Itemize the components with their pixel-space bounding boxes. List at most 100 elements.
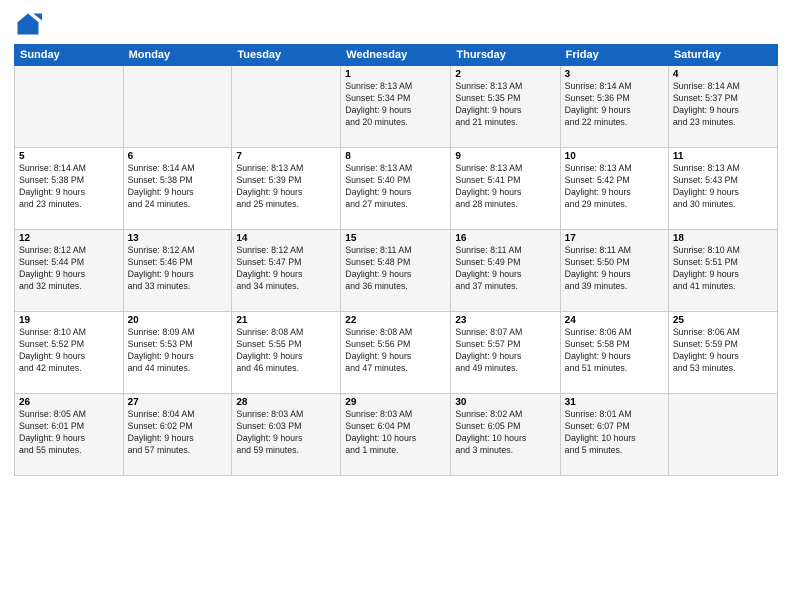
day-info: Sunrise: 8:03 AM Sunset: 6:03 PM Dayligh… — [236, 409, 336, 457]
calendar-cell: 18Sunrise: 8:10 AM Sunset: 5:51 PM Dayli… — [668, 230, 777, 312]
day-number: 10 — [565, 151, 664, 162]
day-number: 31 — [565, 397, 664, 408]
calendar-cell: 1Sunrise: 8:13 AM Sunset: 5:34 PM Daylig… — [341, 66, 451, 148]
calendar-week-row: 26Sunrise: 8:05 AM Sunset: 6:01 PM Dayli… — [15, 394, 778, 476]
day-info: Sunrise: 8:13 AM Sunset: 5:34 PM Dayligh… — [345, 81, 446, 129]
calendar-cell: 30Sunrise: 8:02 AM Sunset: 6:05 PM Dayli… — [451, 394, 560, 476]
day-info: Sunrise: 8:05 AM Sunset: 6:01 PM Dayligh… — [19, 409, 119, 457]
day-info: Sunrise: 8:13 AM Sunset: 5:43 PM Dayligh… — [673, 163, 773, 211]
day-info: Sunrise: 8:11 AM Sunset: 5:49 PM Dayligh… — [455, 245, 555, 293]
day-of-week-header: Thursday — [451, 45, 560, 66]
day-of-week-header: Tuesday — [232, 45, 341, 66]
calendar-cell — [123, 66, 232, 148]
calendar-cell — [15, 66, 124, 148]
calendar-cell: 27Sunrise: 8:04 AM Sunset: 6:02 PM Dayli… — [123, 394, 232, 476]
day-number: 12 — [19, 233, 119, 244]
calendar-week-row: 19Sunrise: 8:10 AM Sunset: 5:52 PM Dayli… — [15, 312, 778, 394]
day-number: 18 — [673, 233, 773, 244]
day-info: Sunrise: 8:10 AM Sunset: 5:52 PM Dayligh… — [19, 327, 119, 375]
calendar-cell: 4Sunrise: 8:14 AM Sunset: 5:37 PM Daylig… — [668, 66, 777, 148]
calendar-cell: 12Sunrise: 8:12 AM Sunset: 5:44 PM Dayli… — [15, 230, 124, 312]
calendar-cell: 23Sunrise: 8:07 AM Sunset: 5:57 PM Dayli… — [451, 312, 560, 394]
calendar-cell: 8Sunrise: 8:13 AM Sunset: 5:40 PM Daylig… — [341, 148, 451, 230]
calendar-cell — [668, 394, 777, 476]
logo-icon — [14, 10, 42, 38]
calendar-cell: 16Sunrise: 8:11 AM Sunset: 5:49 PM Dayli… — [451, 230, 560, 312]
day-info: Sunrise: 8:01 AM Sunset: 6:07 PM Dayligh… — [565, 409, 664, 457]
day-of-week-header: Friday — [560, 45, 668, 66]
day-number: 9 — [455, 151, 555, 162]
day-number: 20 — [128, 315, 228, 326]
calendar-cell: 28Sunrise: 8:03 AM Sunset: 6:03 PM Dayli… — [232, 394, 341, 476]
day-number: 11 — [673, 151, 773, 162]
day-info: Sunrise: 8:12 AM Sunset: 5:44 PM Dayligh… — [19, 245, 119, 293]
header — [14, 10, 778, 38]
day-number: 27 — [128, 397, 228, 408]
calendar-cell — [232, 66, 341, 148]
day-of-week-header: Wednesday — [341, 45, 451, 66]
day-info: Sunrise: 8:04 AM Sunset: 6:02 PM Dayligh… — [128, 409, 228, 457]
day-number: 16 — [455, 233, 555, 244]
day-number: 26 — [19, 397, 119, 408]
day-of-week-header: Saturday — [668, 45, 777, 66]
calendar-cell: 10Sunrise: 8:13 AM Sunset: 5:42 PM Dayli… — [560, 148, 668, 230]
calendar-cell: 26Sunrise: 8:05 AM Sunset: 6:01 PM Dayli… — [15, 394, 124, 476]
day-number: 6 — [128, 151, 228, 162]
day-number: 1 — [345, 69, 446, 80]
calendar-cell: 17Sunrise: 8:11 AM Sunset: 5:50 PM Dayli… — [560, 230, 668, 312]
day-number: 17 — [565, 233, 664, 244]
day-number: 22 — [345, 315, 446, 326]
day-number: 4 — [673, 69, 773, 80]
day-info: Sunrise: 8:13 AM Sunset: 5:42 PM Dayligh… — [565, 163, 664, 211]
calendar-cell: 19Sunrise: 8:10 AM Sunset: 5:52 PM Dayli… — [15, 312, 124, 394]
day-info: Sunrise: 8:14 AM Sunset: 5:38 PM Dayligh… — [128, 163, 228, 211]
day-info: Sunrise: 8:10 AM Sunset: 5:51 PM Dayligh… — [673, 245, 773, 293]
day-number: 30 — [455, 397, 555, 408]
calendar-cell: 29Sunrise: 8:03 AM Sunset: 6:04 PM Dayli… — [341, 394, 451, 476]
day-number: 25 — [673, 315, 773, 326]
calendar-cell: 20Sunrise: 8:09 AM Sunset: 5:53 PM Dayli… — [123, 312, 232, 394]
day-number: 8 — [345, 151, 446, 162]
calendar-cell: 11Sunrise: 8:13 AM Sunset: 5:43 PM Dayli… — [668, 148, 777, 230]
calendar-cell: 14Sunrise: 8:12 AM Sunset: 5:47 PM Dayli… — [232, 230, 341, 312]
days-of-week-row: SundayMondayTuesdayWednesdayThursdayFrid… — [15, 45, 778, 66]
day-of-week-header: Monday — [123, 45, 232, 66]
calendar-cell: 7Sunrise: 8:13 AM Sunset: 5:39 PM Daylig… — [232, 148, 341, 230]
calendar-cell: 21Sunrise: 8:08 AM Sunset: 5:55 PM Dayli… — [232, 312, 341, 394]
day-info: Sunrise: 8:11 AM Sunset: 5:50 PM Dayligh… — [565, 245, 664, 293]
calendar-cell: 15Sunrise: 8:11 AM Sunset: 5:48 PM Dayli… — [341, 230, 451, 312]
day-info: Sunrise: 8:14 AM Sunset: 5:37 PM Dayligh… — [673, 81, 773, 129]
page: SundayMondayTuesdayWednesdayThursdayFrid… — [0, 0, 792, 612]
calendar-week-row: 12Sunrise: 8:12 AM Sunset: 5:44 PM Dayli… — [15, 230, 778, 312]
day-number: 2 — [455, 69, 555, 80]
calendar-cell: 2Sunrise: 8:13 AM Sunset: 5:35 PM Daylig… — [451, 66, 560, 148]
day-info: Sunrise: 8:03 AM Sunset: 6:04 PM Dayligh… — [345, 409, 446, 457]
calendar-week-row: 5Sunrise: 8:14 AM Sunset: 5:38 PM Daylig… — [15, 148, 778, 230]
calendar-cell: 3Sunrise: 8:14 AM Sunset: 5:36 PM Daylig… — [560, 66, 668, 148]
calendar-week-row: 1Sunrise: 8:13 AM Sunset: 5:34 PM Daylig… — [15, 66, 778, 148]
day-info: Sunrise: 8:09 AM Sunset: 5:53 PM Dayligh… — [128, 327, 228, 375]
calendar-cell: 31Sunrise: 8:01 AM Sunset: 6:07 PM Dayli… — [560, 394, 668, 476]
day-number: 28 — [236, 397, 336, 408]
day-info: Sunrise: 8:13 AM Sunset: 5:41 PM Dayligh… — [455, 163, 555, 211]
day-info: Sunrise: 8:11 AM Sunset: 5:48 PM Dayligh… — [345, 245, 446, 293]
calendar-cell: 9Sunrise: 8:13 AM Sunset: 5:41 PM Daylig… — [451, 148, 560, 230]
day-number: 15 — [345, 233, 446, 244]
day-info: Sunrise: 8:14 AM Sunset: 5:38 PM Dayligh… — [19, 163, 119, 211]
day-info: Sunrise: 8:13 AM Sunset: 5:39 PM Dayligh… — [236, 163, 336, 211]
calendar-cell: 5Sunrise: 8:14 AM Sunset: 5:38 PM Daylig… — [15, 148, 124, 230]
day-number: 19 — [19, 315, 119, 326]
calendar-cell: 13Sunrise: 8:12 AM Sunset: 5:46 PM Dayli… — [123, 230, 232, 312]
day-info: Sunrise: 8:06 AM Sunset: 5:58 PM Dayligh… — [565, 327, 664, 375]
day-info: Sunrise: 8:08 AM Sunset: 5:55 PM Dayligh… — [236, 327, 336, 375]
day-info: Sunrise: 8:08 AM Sunset: 5:56 PM Dayligh… — [345, 327, 446, 375]
day-info: Sunrise: 8:07 AM Sunset: 5:57 PM Dayligh… — [455, 327, 555, 375]
day-number: 29 — [345, 397, 446, 408]
day-number: 3 — [565, 69, 664, 80]
day-of-week-header: Sunday — [15, 45, 124, 66]
day-number: 14 — [236, 233, 336, 244]
day-number: 7 — [236, 151, 336, 162]
day-info: Sunrise: 8:13 AM Sunset: 5:35 PM Dayligh… — [455, 81, 555, 129]
day-number: 23 — [455, 315, 555, 326]
day-number: 24 — [565, 315, 664, 326]
